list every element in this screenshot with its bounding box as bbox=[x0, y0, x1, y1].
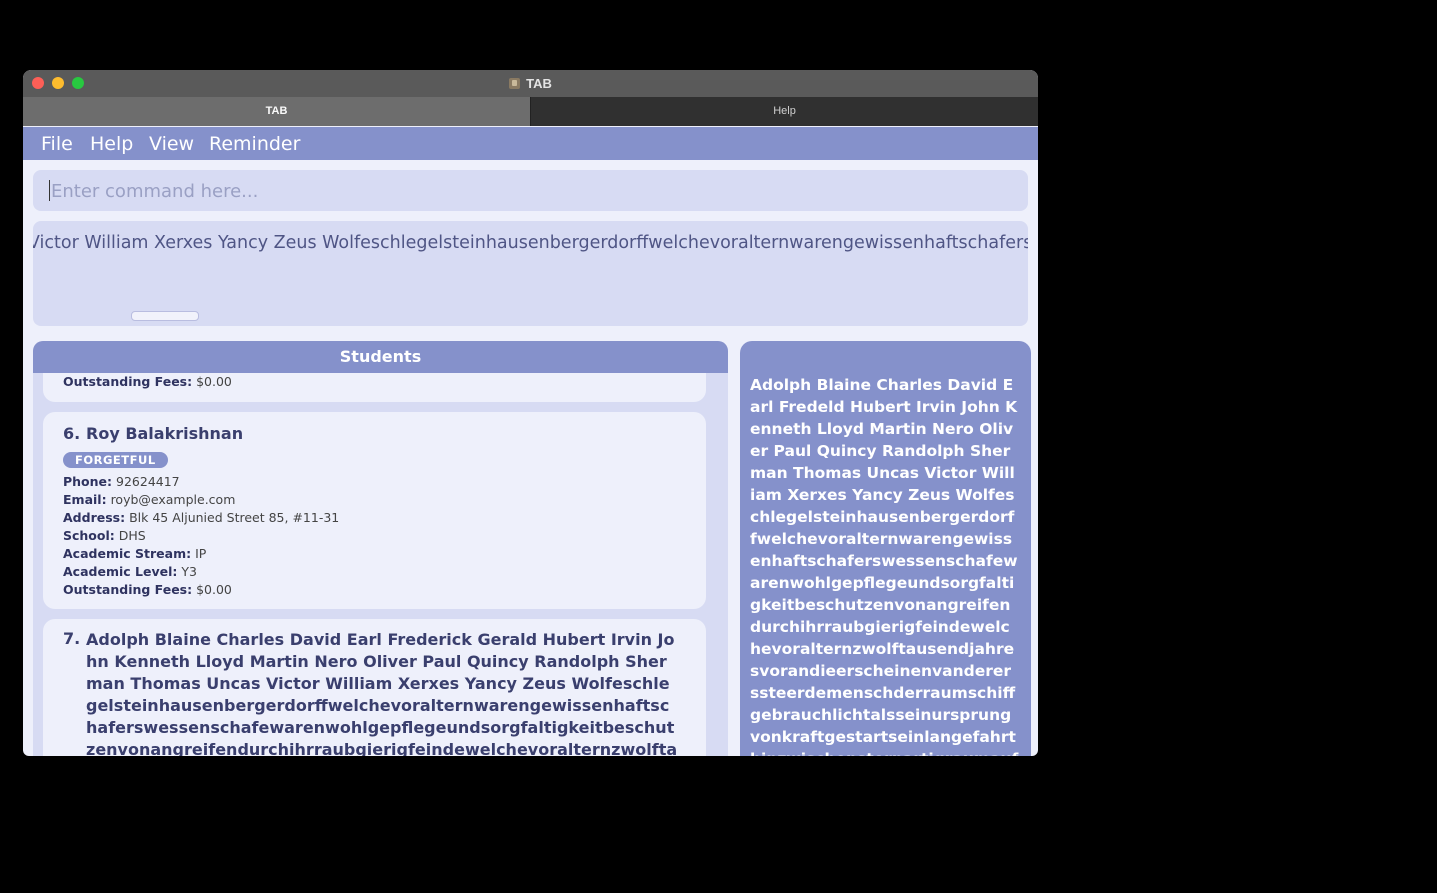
fees-field: Outstanding Fees: $0.00 bbox=[63, 374, 232, 389]
result-display: Uncas Victor William Xerxes Yancy Zeus W… bbox=[33, 221, 1028, 326]
menu-help[interactable]: Help bbox=[90, 133, 133, 155]
students-header: Students bbox=[33, 341, 728, 373]
fees-field: Outstanding Fees: $0.00 bbox=[63, 582, 232, 597]
stream-field: Academic Stream: IP bbox=[63, 546, 207, 561]
address-field: Address: Blk 45 Aljunied Street 85, #11-… bbox=[63, 510, 340, 525]
student-name: 6. Roy Balakrishnan bbox=[63, 424, 244, 443]
student-card[interactable]: Outstanding Fees: $0.00 bbox=[43, 373, 706, 402]
school-field: School: DHS bbox=[63, 528, 146, 543]
tab-tab[interactable]: TAB bbox=[23, 97, 530, 126]
tab-bar: TAB Help bbox=[23, 97, 1038, 126]
level-field: Academic Level: Y3 bbox=[63, 564, 197, 579]
horizontal-scrollbar[interactable] bbox=[131, 311, 199, 321]
detail-text: Adolph Blaine Charles David Earl Fredeld… bbox=[750, 376, 1018, 756]
detail-panel: Adolph Blaine Charles David Earl Fredeld… bbox=[740, 341, 1031, 756]
phone-field: Phone: 92624417 bbox=[63, 474, 180, 489]
title-bar: TAB bbox=[23, 70, 1038, 97]
student-tag: FORGETFUL bbox=[63, 452, 168, 468]
text-caret bbox=[49, 180, 50, 201]
student-card[interactable]: 6. Roy Balakrishnan FORGETFUL Phone: 9262… bbox=[43, 412, 706, 609]
window-title: TAB bbox=[526, 76, 552, 91]
command-box bbox=[33, 170, 1028, 211]
student-name: 7. Adolph Blaine Charles David Earl Fred… bbox=[63, 629, 678, 756]
command-input[interactable] bbox=[49, 178, 1013, 204]
menu-reminder[interactable]: Reminder bbox=[209, 133, 300, 155]
menu-view[interactable]: View bbox=[149, 133, 194, 155]
student-list[interactable]: Outstanding Fees: $0.00 6. Roy Balakrishn… bbox=[33, 373, 728, 756]
menu-bar: File Help View Reminder bbox=[23, 127, 1038, 160]
tab-help[interactable]: Help bbox=[530, 97, 1038, 126]
student-card[interactable]: 7. Adolph Blaine Charles David Earl Fred… bbox=[43, 619, 706, 756]
menu-file[interactable]: File bbox=[41, 133, 73, 155]
app-window: TAB TAB Help File Help View Reminder Unc… bbox=[23, 70, 1038, 756]
students-panel: Students Outstanding Fees: $0.00 6. Roy B… bbox=[33, 341, 728, 756]
email-field: Email: royb@example.com bbox=[63, 492, 236, 507]
result-text: Uncas Victor William Xerxes Yancy Zeus W… bbox=[33, 233, 1028, 253]
app-icon bbox=[509, 78, 521, 89]
